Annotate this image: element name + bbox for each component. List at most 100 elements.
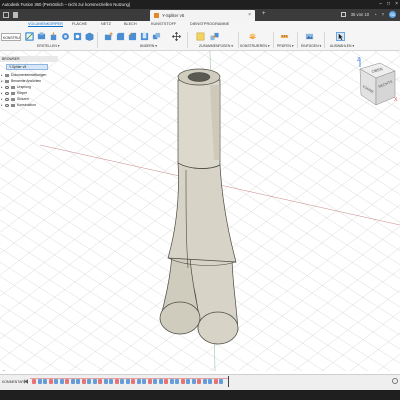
visibility-eye-icon[interactable] [5, 85, 9, 89]
view-cube[interactable]: Z X OBEN VORNE RECHTS [340, 55, 400, 115]
timeline-sketch-icon[interactable] [147, 379, 152, 384]
timeline-feature-icon[interactable] [120, 379, 124, 384]
move-icon[interactable] [172, 32, 181, 41]
timeline-feature-icon[interactable] [125, 379, 130, 384]
visibility-eye-icon[interactable] [5, 103, 9, 107]
timeline-sketch-icon[interactable] [213, 379, 218, 384]
timeline-feature-icon[interactable] [191, 379, 196, 384]
group-auswaehlen[interactable]: AUSWÄHLEN ▾ [330, 44, 354, 48]
new-tab-button[interactable]: + [262, 11, 266, 17]
timeline-feature-icon[interactable] [59, 379, 64, 384]
expand-arrow-icon[interactable]: ▸ [1, 85, 3, 89]
measure-icon[interactable] [280, 32, 289, 41]
browser-header[interactable]: BROWSER [0, 56, 58, 62]
timeline-start-icon[interactable] [24, 379, 28, 384]
timeline-sketch-icon[interactable] [197, 379, 201, 384]
document-tab[interactable]: Y-Spliter v5 × [150, 10, 255, 21]
timeline-feature-icon[interactable] [54, 379, 58, 384]
timeline-feature-icon[interactable] [153, 379, 157, 384]
group-erstellen[interactable]: ERSTELLEN ▾ [37, 44, 59, 48]
close-tab-icon[interactable]: × [248, 12, 251, 18]
minimize-button[interactable]: – [379, 1, 382, 7]
timeline-feature-icon[interactable] [109, 379, 113, 384]
timeline-sketch-icon[interactable] [98, 379, 102, 384]
joint-icon[interactable] [210, 32, 219, 41]
timeline-feature-icon[interactable] [219, 379, 223, 384]
expand-arrow-icon[interactable]: ▸ [1, 79, 3, 83]
group-konstruieren[interactable]: KONSTRUIEREN ▾ [240, 44, 270, 48]
timeline-feature-icon[interactable] [103, 379, 108, 384]
group-einfuegen[interactable]: EINFÜGEN ▾ [301, 44, 321, 48]
timeline-sketch-icon[interactable] [48, 379, 53, 384]
timeline-sketch-icon[interactable] [180, 379, 185, 384]
fillet-icon[interactable] [116, 32, 125, 41]
extensions-icon[interactable] [340, 12, 346, 17]
timeline-feature-icon[interactable] [186, 379, 190, 384]
browser-item-construction[interactable]: ▸ Konstruktion [1, 102, 36, 108]
browser-root-node[interactable]: Y-Spliter v5 [6, 64, 48, 70]
chamfer-icon[interactable] [128, 32, 137, 41]
workspace-switcher[interactable]: KONSTRUKTION ▾ [1, 33, 21, 41]
timeline-feature-icon[interactable] [87, 379, 91, 384]
close-window-button[interactable]: × [395, 1, 398, 7]
timeline-marker[interactable] [228, 376, 229, 387]
timeline-feature-icon[interactable] [37, 379, 42, 384]
timeline-feature-icon[interactable] [142, 379, 146, 384]
hole-icon[interactable] [73, 32, 82, 41]
timeline-feature-icon[interactable] [158, 379, 163, 384]
extrude-icon[interactable] [49, 32, 58, 41]
tab-blech[interactable]: BLECH [124, 22, 137, 26]
file-menu-icon[interactable] [13, 12, 18, 18]
timeline-sketch-icon[interactable] [65, 379, 69, 384]
maximize-button[interactable]: □ [387, 1, 390, 7]
expand-arrow-icon[interactable]: ▸ [1, 91, 3, 95]
job-status-badge[interactable]: 35 von 10 [351, 12, 369, 17]
gear-icon[interactable] [392, 378, 398, 384]
combine-icon[interactable] [152, 32, 161, 41]
timeline-sketch-icon[interactable] [164, 379, 168, 384]
timeline-sketch-icon[interactable] [81, 379, 86, 384]
notifications-icon[interactable]: ◔ [374, 12, 377, 17]
revolve-icon[interactable] [61, 32, 70, 41]
comments-label[interactable]: KOMMENTARE [2, 380, 26, 384]
timeline-feature-icon[interactable] [76, 379, 80, 384]
data-panel-grid-icon[interactable] [3, 12, 9, 18]
press-pull-icon[interactable] [104, 32, 113, 41]
tab-kunststoff[interactable]: KUNSTSTOFF [151, 22, 176, 26]
timeline-feature-icon[interactable] [70, 379, 75, 384]
help-icon[interactable]: ? [382, 12, 384, 17]
visibility-eye-icon[interactable] [5, 97, 9, 101]
expand-arrow-icon[interactable]: ▸ [1, 73, 3, 77]
timeline-sketch-icon[interactable] [131, 379, 135, 384]
new-component-assembly-icon[interactable] [196, 32, 205, 41]
expand-arrow-icon[interactable]: ▸ [1, 103, 3, 107]
offset-plane-icon[interactable] [248, 32, 257, 41]
visibility-eye-icon[interactable] [5, 91, 9, 95]
expand-arrow-icon[interactable]: ▸ [1, 97, 3, 101]
create-sketch-icon[interactable] [25, 32, 34, 41]
tab-flaeche[interactable]: FLÄCHE [72, 22, 87, 26]
group-pruefen[interactable]: PRÜFEN ▾ [277, 44, 294, 48]
timeline-feature-icon[interactable] [175, 379, 179, 384]
timeline-feature-icon[interactable] [92, 379, 97, 384]
timeline-feature-icon[interactable] [136, 379, 141, 384]
timeline-feature-icon[interactable] [43, 379, 47, 384]
new-component-icon[interactable] [37, 32, 46, 41]
tab-netz[interactable]: NETZ [101, 22, 111, 26]
tab-volumenkoerper[interactable]: VOLUMENKÖRPER [28, 22, 63, 27]
y-splitter-model[interactable] [159, 68, 239, 345]
timeline-feature-icon[interactable] [208, 379, 212, 384]
box-icon[interactable] [85, 32, 94, 41]
timeline-sketch-icon[interactable] [32, 379, 36, 384]
shell-icon[interactable] [140, 32, 149, 41]
timeline-sketch-icon[interactable] [114, 379, 119, 384]
chevron-up-icon[interactable]: ⌃ [2, 369, 5, 374]
timeline-feature-icon[interactable] [202, 379, 207, 384]
group-zusammenfuegen[interactable]: ZUSAMMENFÜGEN ▾ [199, 44, 233, 48]
insert-image-icon[interactable] [305, 32, 314, 41]
select-cursor-icon[interactable] [336, 32, 345, 41]
group-aendern[interactable]: ÄNDERN ▾ [140, 44, 157, 48]
avatar[interactable]: SB [389, 11, 396, 18]
timeline-feature-icon[interactable] [169, 379, 174, 384]
tab-dienstprogramme[interactable]: DIENSTPROGRAMME [190, 22, 229, 26]
